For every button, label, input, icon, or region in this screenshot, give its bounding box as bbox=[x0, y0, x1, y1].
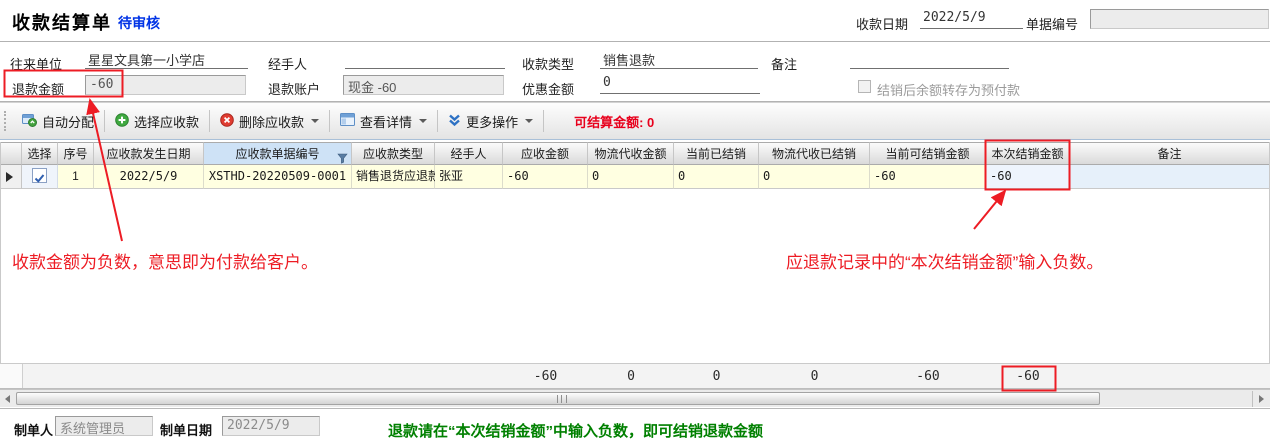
row-cell-logistics_amount[interactable]: 0 bbox=[588, 165, 674, 189]
dropdown-caret-icon bbox=[419, 119, 427, 123]
toolbar-button-label: 删除应收款 bbox=[239, 112, 304, 131]
status-badge: 待审核 bbox=[118, 13, 160, 33]
refund-account-input[interactable]: 现金 -60 bbox=[343, 75, 504, 95]
dropdown-caret-icon bbox=[525, 119, 533, 123]
scrollbar-thumb[interactable] bbox=[16, 392, 1100, 405]
auto-assign-icon bbox=[22, 113, 37, 130]
create-date-input: 2022/5/9 bbox=[222, 416, 320, 436]
column-header-date[interactable]: 应收款发生日期 bbox=[94, 142, 204, 165]
right-annotation-arrow bbox=[974, 191, 1005, 229]
summary-logistics_amount: 0 bbox=[588, 369, 674, 384]
more-actions-icon bbox=[448, 113, 461, 130]
scroll-left-button[interactable] bbox=[1, 392, 14, 405]
column-header-logistics_amount[interactable]: 物流代收金额 bbox=[588, 142, 674, 165]
footer-help-note: 退款请在“本次结销金额”中输入负数，即可结销退款金额 bbox=[388, 420, 763, 441]
row-cell-logistics_settled[interactable]: 0 bbox=[759, 165, 870, 189]
receipt-type-field[interactable]: 销售退款 bbox=[600, 50, 758, 69]
receipt-date-label: 收款日期 bbox=[856, 14, 908, 33]
summary-settled: 0 bbox=[674, 369, 759, 384]
scroll-left-icon bbox=[5, 395, 10, 403]
remark-field[interactable] bbox=[850, 50, 1009, 69]
row-indicator-cell bbox=[0, 165, 22, 189]
scroll-right-button[interactable] bbox=[1255, 392, 1268, 405]
column-header-logistics_settled[interactable]: 物流代收已结销 bbox=[759, 142, 870, 165]
toolbar: 自动分配 选择应收款 删除应收款 查看详情 更多操作 可结算金额: 0 bbox=[0, 102, 1270, 140]
column-header-type[interactable]: 应收款类型 bbox=[352, 142, 435, 165]
handler-label: 经手人 bbox=[268, 54, 307, 73]
scroll-right-icon bbox=[1259, 395, 1264, 403]
remark-label: 备注 bbox=[771, 54, 797, 73]
receipt-type-label: 收款类型 bbox=[522, 54, 574, 73]
toolbar-button-label: 更多操作 bbox=[466, 112, 518, 131]
toolbar-button-label: 查看详情 bbox=[360, 112, 412, 131]
summary-logistics_settled: 0 bbox=[759, 369, 870, 384]
row-cell-handler[interactable]: 张亚 bbox=[435, 165, 503, 189]
grid-summary-row: -60000-60-60 bbox=[0, 363, 1270, 389]
refund-amount-label: 退款金额 bbox=[12, 79, 64, 98]
column-header-select[interactable]: 选择 bbox=[22, 142, 58, 165]
column-header-indicator bbox=[0, 142, 22, 165]
row-cell-settled[interactable]: 0 bbox=[674, 165, 759, 189]
partner-field[interactable]: 星星文具第一小学店 bbox=[85, 50, 248, 69]
row-cell-select[interactable] bbox=[22, 165, 58, 189]
row-cell-type[interactable]: 销售退货应退款 bbox=[352, 165, 435, 189]
handler-field[interactable] bbox=[345, 50, 505, 69]
create-date-label: 制单日期 bbox=[160, 420, 212, 439]
row-cell-date[interactable]: 2022/5/9 bbox=[94, 165, 204, 189]
toolbar-button-label: 选择应收款 bbox=[134, 112, 199, 131]
creator-input: 系统管理员 bbox=[55, 416, 153, 436]
column-header-available[interactable]: 当前可结销金额 bbox=[870, 142, 986, 165]
row-cell-this_settle[interactable]: -60 bbox=[986, 165, 1070, 189]
receipt-settlement-window: 收款结算单 待审核 收款日期 2022/5/9 单据编号 往来单位 星星文具第一… bbox=[0, 0, 1270, 445]
page-title: 收款结算单 bbox=[12, 9, 112, 35]
column-header-remark[interactable]: 备注 bbox=[1070, 142, 1270, 165]
column-header-this_settle[interactable]: 本次结销金额 bbox=[986, 142, 1070, 165]
toolbar-button-2[interactable]: 选择应收款 bbox=[107, 109, 207, 134]
column-header-doc_no[interactable]: 应收款单据编号 bbox=[204, 142, 352, 165]
toolbar-button-1[interactable]: 自动分配 bbox=[14, 109, 102, 134]
horizontal-scrollbar[interactable] bbox=[0, 389, 1270, 407]
view-detail-icon bbox=[340, 113, 355, 129]
column-header-seq[interactable]: 序号 bbox=[58, 142, 94, 165]
column-header-handler[interactable]: 经手人 bbox=[435, 142, 503, 165]
summary-this_settle: -60 bbox=[986, 369, 1070, 384]
current-row-arrow-icon bbox=[6, 172, 13, 182]
receipt-date-field[interactable]: 2022/5/9 bbox=[920, 10, 1023, 29]
column-header-settled[interactable]: 当前已结销 bbox=[674, 142, 759, 165]
settleable-amount-text: 可结算金额: 0 bbox=[574, 112, 654, 131]
toolbar-button-4[interactable]: 查看详情 bbox=[332, 109, 435, 134]
creator-label: 制单人 bbox=[14, 420, 53, 439]
delete-receivable-icon bbox=[220, 113, 234, 130]
partner-label: 往来单位 bbox=[10, 54, 62, 73]
row-cell-amount[interactable]: -60 bbox=[503, 165, 588, 189]
row-cell-seq[interactable]: 1 bbox=[58, 165, 94, 189]
doc-no-label: 单据编号 bbox=[1026, 14, 1078, 33]
discount-label: 优惠金额 bbox=[522, 79, 574, 98]
toolbar-button-5[interactable]: 更多操作 bbox=[440, 109, 541, 134]
row-cell-remark[interactable] bbox=[1070, 165, 1270, 189]
row-checkbox[interactable] bbox=[32, 168, 47, 183]
summary-indicator-cell bbox=[0, 364, 23, 388]
refund-amount-input[interactable]: -60 bbox=[85, 75, 246, 95]
left-annotation-note: 收款金额为负数，意思即为付款给客户。 bbox=[12, 248, 318, 273]
doc-no-input[interactable] bbox=[1090, 9, 1269, 29]
transfer-prepay-label: 结销后余额转存为预付款 bbox=[877, 80, 1020, 99]
summary-amount: -60 bbox=[503, 369, 588, 384]
summary-available: -60 bbox=[870, 369, 986, 384]
scrollbar-grip-icon bbox=[557, 395, 567, 403]
refund-account-label: 退款账户 bbox=[268, 79, 320, 98]
column-header-amount[interactable]: 应收金额 bbox=[503, 142, 588, 165]
right-annotation-note: 应退款记录中的“本次结销金额”输入负数。 bbox=[786, 248, 1103, 273]
toolbar-drag-handle[interactable] bbox=[4, 111, 9, 131]
row-cell-available[interactable]: -60 bbox=[870, 165, 986, 189]
discount-field[interactable]: 0 bbox=[600, 75, 760, 94]
add-receivable-icon bbox=[115, 113, 129, 130]
row-cell-doc_no[interactable]: XSTHD-20220509-0001 bbox=[204, 165, 352, 189]
transfer-prepay-checkbox[interactable] bbox=[858, 80, 871, 93]
toolbar-button-3[interactable]: 删除应收款 bbox=[212, 109, 327, 134]
dropdown-caret-icon bbox=[311, 119, 319, 123]
toolbar-button-label: 自动分配 bbox=[42, 112, 94, 131]
